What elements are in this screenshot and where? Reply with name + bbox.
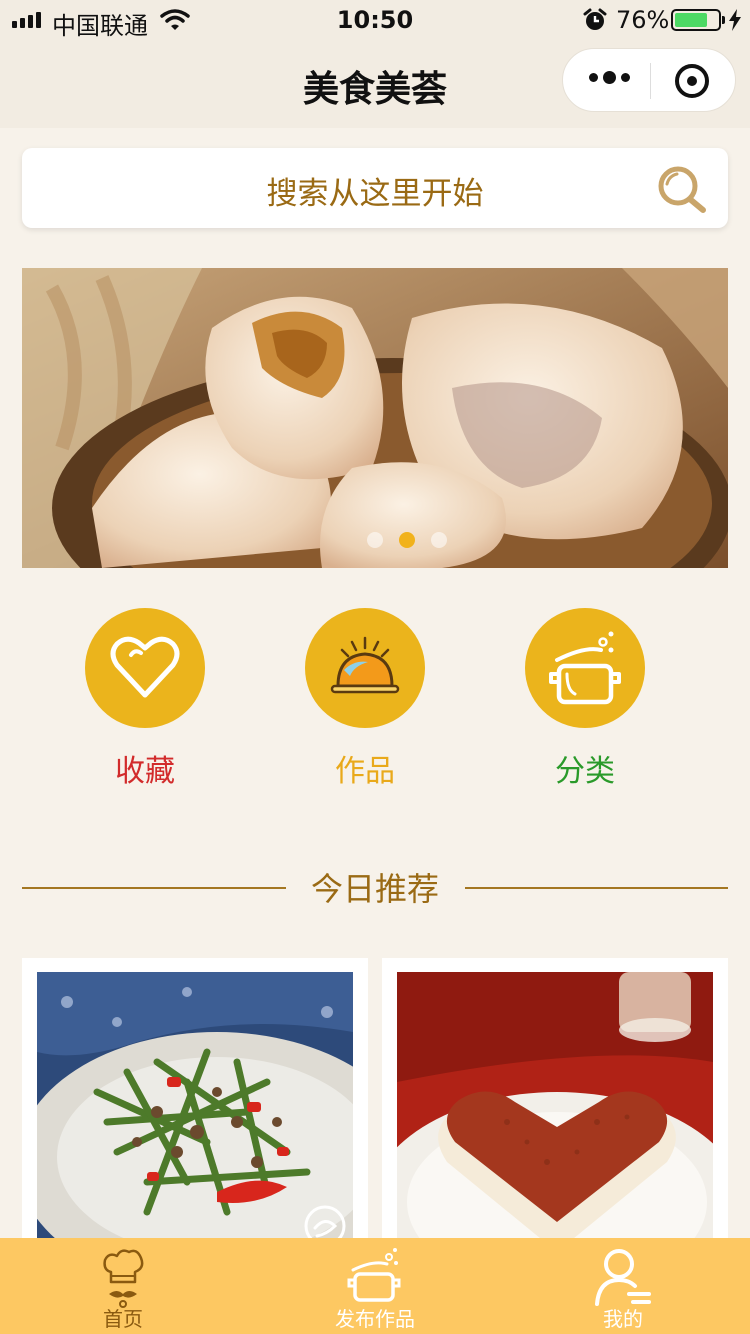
search-placeholder[interactable]: 搜索从这里开始 (22, 168, 728, 213)
shortcut-favorites-button[interactable] (85, 608, 205, 728)
recommend-header: 今日推荐 (22, 862, 728, 912)
carousel-dot-active[interactable] (399, 532, 415, 548)
tab-home-label[interactable]: 首页 (48, 1303, 198, 1332)
target-icon[interactable] (675, 64, 709, 98)
divider-line (465, 887, 728, 889)
tab-publish-label[interactable]: 发布作品 (300, 1303, 450, 1332)
tab-home[interactable]: 首页 (48, 1238, 198, 1334)
recipe-card[interactable] (382, 958, 728, 1258)
tab-publish[interactable]: 发布作品 (300, 1238, 450, 1334)
search-bar[interactable]: 搜索从这里开始 (22, 148, 728, 228)
carousel-dot[interactable] (367, 532, 383, 548)
banner-image (22, 268, 728, 568)
banner-carousel[interactable] (22, 268, 728, 568)
battery-percent: 76% (616, 6, 670, 34)
pot-icon (549, 631, 621, 705)
user-icon (595, 1249, 651, 1306)
alarm-icon (583, 8, 607, 30)
shortcut-works-button[interactable] (305, 608, 425, 728)
heart-icon (110, 636, 180, 698)
tab-bar: 首页 发布作品 我的 (0, 1238, 750, 1334)
shortcut-categories-label[interactable]: 分类 (525, 746, 645, 790)
chef-icon (103, 1249, 144, 1308)
shortcut-favorites[interactable]: 收藏 (85, 608, 205, 790)
shortcut-works-label[interactable]: 作品 (305, 746, 425, 790)
miniprogram-capsule (562, 48, 736, 112)
pot-icon (347, 1248, 401, 1302)
status-bar: 中国联通 10:50 76% (0, 0, 750, 40)
cloche-icon (330, 636, 400, 694)
carousel-dot[interactable] (431, 532, 447, 548)
tab-profile[interactable]: 我的 (548, 1238, 698, 1334)
search-icon[interactable] (656, 164, 708, 216)
capsule-divider (650, 63, 651, 99)
shortcut-categories[interactable]: 分类 (525, 608, 645, 790)
recipe-card[interactable] (22, 958, 368, 1258)
charging-icon (729, 9, 741, 31)
carousel-indicators (367, 532, 447, 548)
recipe-photo[interactable] (37, 972, 353, 1258)
nav-bar: 美食美荟 (0, 40, 750, 128)
tab-profile-label[interactable]: 我的 (548, 1303, 698, 1332)
more-dots-icon[interactable] (589, 71, 630, 84)
shortcut-favorites-label[interactable]: 收藏 (85, 746, 205, 790)
battery-icon (671, 9, 725, 31)
shortcut-categories-button[interactable] (525, 608, 645, 728)
recipe-photo[interactable] (397, 972, 713, 1258)
shortcut-works[interactable]: 作品 (305, 608, 425, 790)
